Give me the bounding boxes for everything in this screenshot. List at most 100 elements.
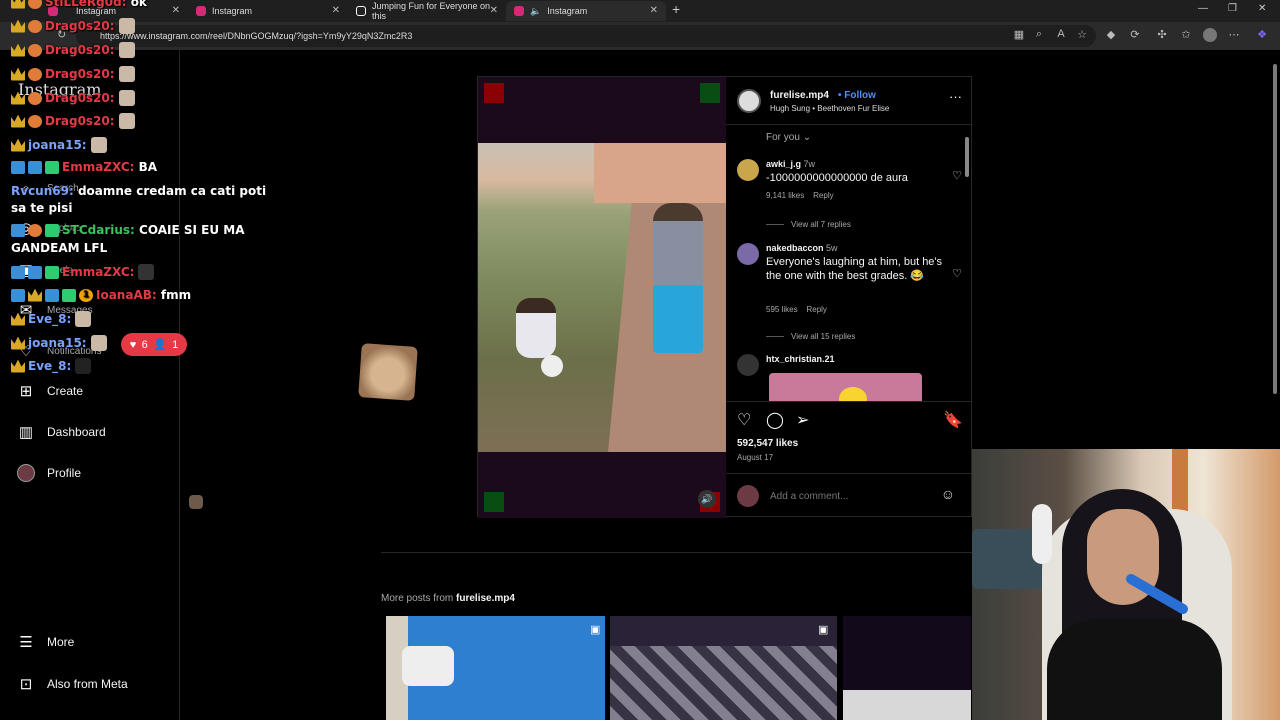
favorites-icon[interactable]: ✩ [1179,28,1193,42]
page-scroll-thumb[interactable] [1273,64,1277,394]
reel-media[interactable]: 🔊 [478,77,726,518]
avatar [737,485,759,507]
fox-badge-icon [28,223,42,237]
chat-user: IoanaAB: [96,288,157,302]
comment-user-line: awki_j.g 7w [766,159,815,169]
sidebar-item-profile[interactable]: Profile [16,463,81,483]
copilot-icon[interactable]: ❖ [1255,28,1269,42]
comment-user[interactable]: awki_j.g [766,159,801,169]
sidebar-item-create[interactable]: ⊞ Create [16,381,83,401]
comment-image[interactable] [769,373,922,401]
crown-badge-icon [11,312,25,326]
view-replies-button[interactable]: View all 15 replies [766,332,855,341]
read-aloud-icon[interactable]: A [1054,28,1068,42]
commenter-avatar[interactable] [737,159,759,181]
more-post-thumbnail[interactable] [610,616,837,720]
favorite-icon[interactable]: ☆ [1075,28,1089,42]
share-icon[interactable]: ➢ [796,410,809,430]
chat-user: EmmaZXC: [62,265,135,279]
chat-message: doamne credam ca cati poti [77,184,267,198]
comment-user[interactable]: nakedbaccon [766,243,824,253]
chat-user: Drag0s20: [45,114,115,128]
user-icon: 👤 [153,339,167,351]
refresh-extension-icon[interactable]: ⟳ [1128,28,1142,42]
more-posts-author[interactable]: furelise.mp4 [456,593,515,604]
reply-button[interactable]: Reply [806,305,826,314]
chat-user: EmmaZXC: [62,160,135,174]
close-window-button[interactable]: ✕ [1258,3,1266,14]
extension-icon[interactable]: ◆ [1104,28,1118,42]
comment-likes[interactable]: 595 likes [766,305,798,314]
emote-icon [138,264,155,280]
audio-title[interactable]: Hugh Sung • Beethoven Fur Elise [770,104,889,113]
maximize-button[interactable]: ❐ [1228,3,1237,14]
more-post-thumbnail[interactable] [843,616,971,720]
new-tab-button[interactable]: + [672,1,680,17]
url-field[interactable]: https://www.instagram.com/reel/DNbnGOGMz… [76,25,1096,47]
chat-message: fmm [160,288,192,302]
likes-count[interactable]: 592,547 likes [737,438,798,449]
sidebar-item-dashboard[interactable]: ▥ Dashboard [16,422,106,442]
like-icon[interactable]: ♡ [737,410,751,430]
sidebar-item-also-from-meta[interactable]: ⊡ Also from Meta [16,674,128,694]
reels-icon: ▣ [818,624,829,636]
puzzle-icon[interactable]: ✣ [1155,28,1169,42]
comments-scroll-thumb[interactable] [965,137,969,177]
comments-list: For you ⌄ awki_j.g 7w -1000000000000000 … [726,126,972,401]
more-options-icon[interactable]: ··· [949,89,962,104]
sword-badge-icon [28,265,42,279]
close-icon[interactable]: ✕ [650,5,658,16]
video-frame[interactable] [478,143,726,452]
menu-icon: ☰ [19,634,33,651]
chat-user: Eve_8: [28,359,72,373]
green-square-decoration [700,83,720,103]
more-posts-prefix: More posts from [381,593,454,604]
more-icon[interactable]: ⋯ [1227,28,1241,42]
notification-pill[interactable]: ♥ 6 👤 1 [121,333,187,356]
instagram-tab-icon [514,6,524,16]
sword-badge-icon [11,288,25,302]
volume-icon[interactable]: 🔊 [698,490,716,508]
commenter-avatar[interactable] [737,354,759,376]
comment-input[interactable] [768,490,918,503]
close-icon[interactable]: ✕ [172,5,180,16]
close-icon[interactable]: ✕ [332,5,340,16]
comment-icon[interactable]: ◯ [766,410,784,430]
more-post-thumbnail[interactable] [386,616,605,720]
plus-square-icon: ⊞ [19,383,33,400]
speaker-icon[interactable]: 🔈 [530,6,541,17]
tab-instagram-2[interactable]: Instagram ✕ [188,1,348,21]
address-bar: ↻ https://www.instagram.com/reel/DNbnGOG… [0,22,1280,50]
commenter-avatar[interactable] [737,243,759,265]
tab-instagram-active[interactable]: 🔈 Instagram ✕ [506,1,666,21]
zoom-icon[interactable]: ⌕ [1032,28,1046,42]
comment-user[interactable]: htx_christian.21 [766,354,835,364]
app-icon[interactable]: ▦ [1012,28,1026,42]
chat-line: EmmaZXC: [11,264,155,280]
bookmark-icon[interactable]: 🔖 [943,410,963,430]
gift-badge-icon [62,288,76,302]
author-name[interactable]: furelise.mp4 [770,90,829,101]
emoji-icon[interactable]: ☺ [941,486,955,502]
reply-button[interactable]: Reply [813,191,833,200]
video-child-crouching [516,298,556,358]
sidebar-item-more[interactable]: ☰ More [16,632,74,652]
comment: nakedbaccon 5w Everyone's laughing at hi… [737,243,962,333]
like-comment-icon[interactable]: ♡ [952,267,962,280]
follow-button[interactable]: • Follow [838,90,876,101]
tab-tiktok[interactable]: Jumping Fun for Everyone on this ✕ [348,1,506,21]
chat-line: Drag0s20: [11,42,135,58]
author-avatar[interactable] [737,89,761,113]
close-icon[interactable]: ✕ [490,5,498,16]
like-comment-icon[interactable]: ♡ [952,169,962,182]
sort-dropdown[interactable]: For you ⌄ [766,132,811,143]
page-scrollbar[interactable] [1271,52,1279,720]
fox-badge-icon [28,43,42,57]
sidebar-item-label: Profile [47,466,82,480]
comment-likes[interactable]: 9,141 likes [766,191,804,200]
chat-line: GANDEAM LFL [11,241,107,255]
tab-title: Jumping Fun for Everyone on this [372,1,491,21]
profile-avatar[interactable] [1203,28,1217,42]
view-replies-button[interactable]: View all 7 replies [766,220,851,229]
minimize-button[interactable]: — [1198,3,1208,14]
